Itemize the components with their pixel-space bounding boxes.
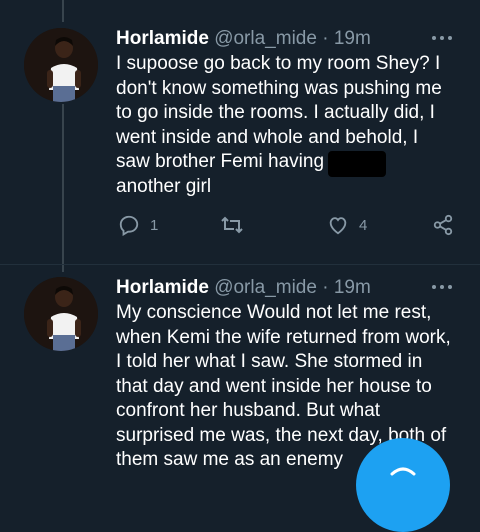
display-name[interactable]: Horlamide: [116, 28, 209, 49]
tweet-line: to go inside the rooms. I actually did, …: [116, 102, 435, 123]
reply-icon: [119, 215, 139, 236]
tweet-line: confront her husband. But what: [116, 400, 381, 421]
avatar[interactable]: [24, 28, 98, 102]
separator: ·: [322, 277, 329, 298]
tweet-header: Horlamide @orla_mide · 19m: [116, 277, 371, 299]
compose-icon: [390, 467, 416, 476]
handle[interactable]: @orla_mide: [214, 28, 317, 49]
tweet-actions: 1 4: [0, 214, 480, 244]
compose-button[interactable]: [356, 438, 450, 532]
more-icon[interactable]: [432, 285, 454, 293]
redaction-mark: [328, 151, 386, 177]
avatar[interactable]: [24, 277, 98, 351]
display-name[interactable]: Horlamide: [116, 277, 209, 298]
tweet-1[interactable]: Horlamide @orla_mide · 19m I supoose go …: [0, 0, 480, 264]
tweet-line: another girl: [116, 175, 212, 197]
timestamp[interactable]: 19m: [334, 28, 371, 49]
share-button[interactable]: [432, 214, 454, 236]
more-icon[interactable]: [432, 36, 454, 44]
like-button[interactable]: 4: [327, 214, 367, 236]
retweet-icon: [221, 216, 243, 234]
tweet-header: Horlamide @orla_mide · 19m: [116, 28, 371, 50]
tweet-line: went inside and whole and behold, I: [116, 126, 419, 148]
tweet-line: when Kemi the wife returned from work,: [116, 326, 451, 348]
like-icon: [329, 217, 347, 235]
tweet-line: My conscience Would not let me rest,: [116, 302, 432, 323]
tweet-line: I supoose go back to my room Shey? I: [116, 53, 441, 74]
tweet-line: don't know something was pushing me: [116, 77, 442, 99]
tweet-line: I told her what I saw. She stormed in: [116, 351, 423, 372]
share-icon: [433, 214, 453, 236]
reply-button[interactable]: 1: [118, 214, 158, 236]
tweet-line: saw brother Femi having s th: [116, 151, 387, 172]
timestamp[interactable]: 19m: [334, 277, 371, 298]
separator: ·: [322, 28, 329, 49]
tweet-line: that day and went inside her house to: [116, 375, 432, 397]
reply-count: 1: [150, 216, 159, 234]
like-count: 4: [359, 216, 368, 234]
retweet-button[interactable]: [220, 214, 244, 236]
handle[interactable]: @orla_mide: [214, 277, 317, 298]
tweet-body: I supoose go back to my room Shey? I don…: [116, 52, 466, 199]
